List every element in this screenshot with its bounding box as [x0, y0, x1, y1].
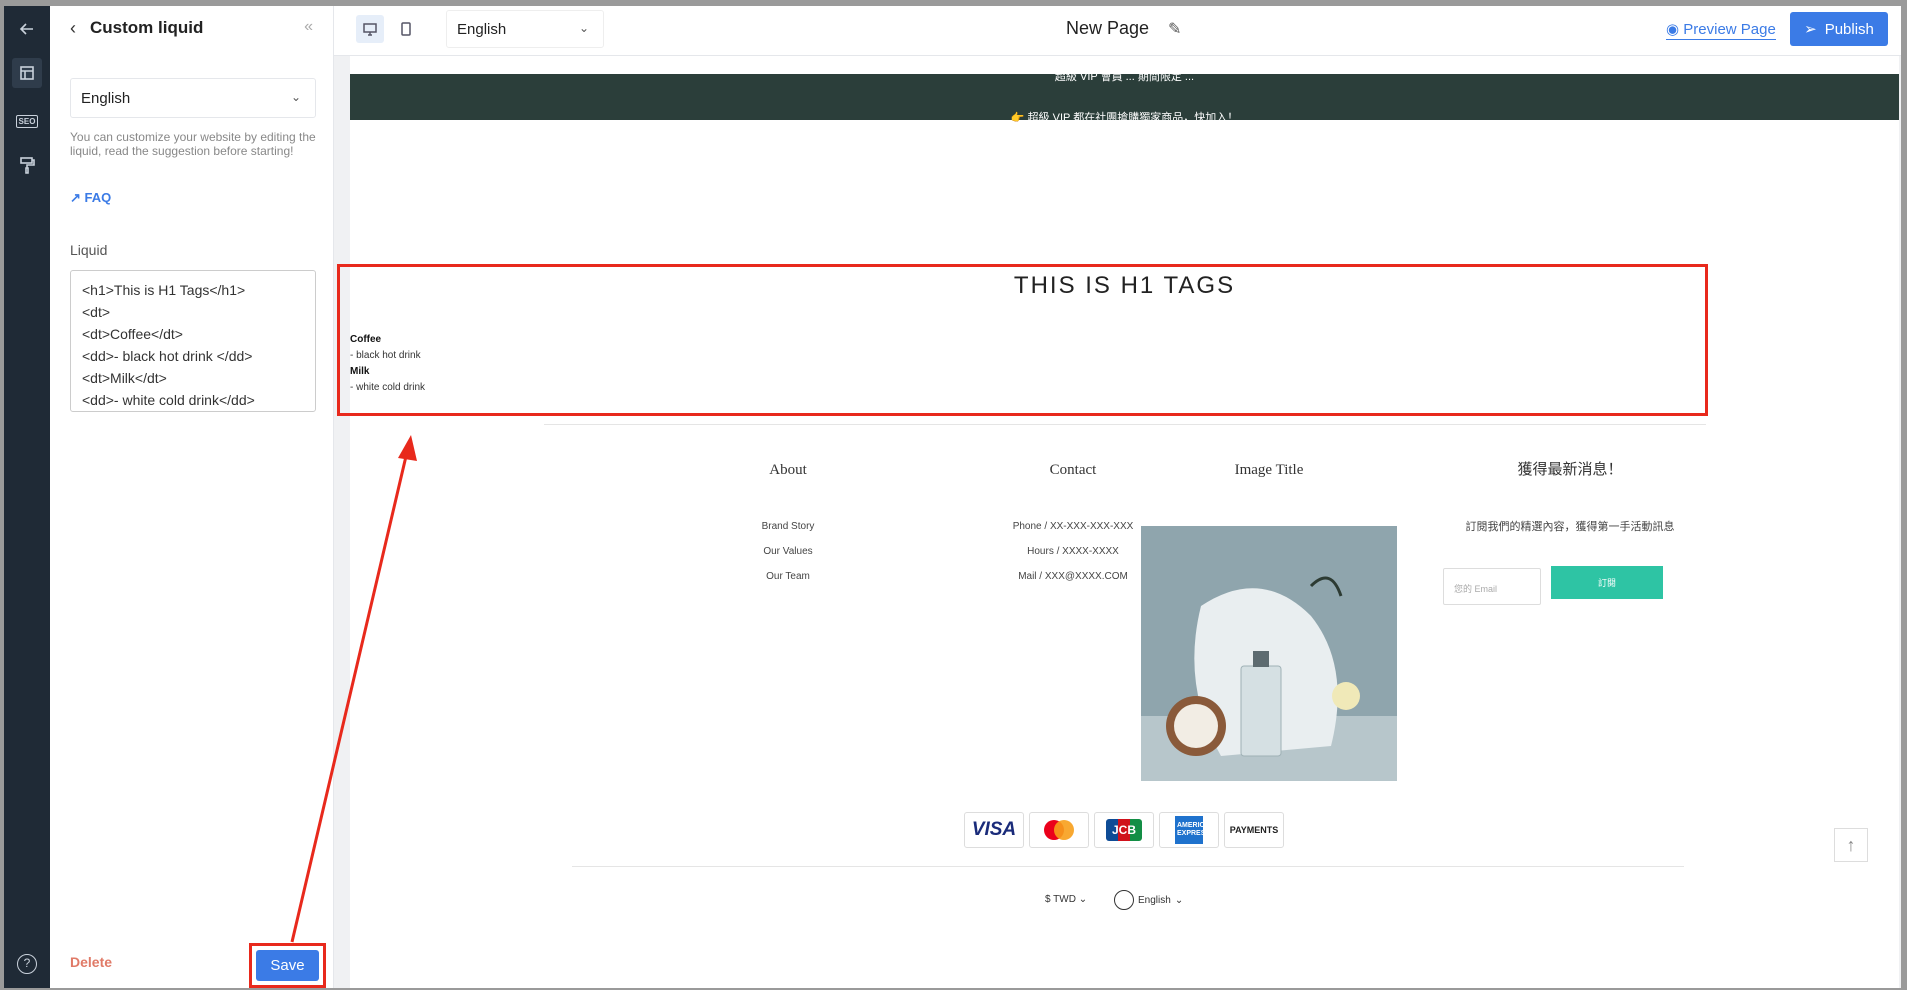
payments-icon: PAYMENTS: [1224, 812, 1284, 848]
h1-heading: THIS IS H1 TAGS: [1013, 272, 1236, 299]
divider: [572, 866, 1684, 867]
mobile-view-icon[interactable]: [392, 15, 420, 43]
custom-liquid-panel: ‹ Custom liquid « English ⌄ You can cust…: [50, 6, 334, 988]
subscribe-button[interactable]: 訂閱: [1551, 566, 1663, 599]
definition-list: Coffee - black hot drink Milk - white co…: [350, 332, 425, 396]
page-preview: 超級 VIP 會員 ... 期間限定 ... 👉 超級 VIP 都在社團搶購獨家…: [337, 56, 1899, 988]
code-line: <dt>Coffee</dt>: [82, 326, 183, 342]
external-link-icon: ↗: [70, 190, 81, 205]
jcb-icon: JCB: [1094, 812, 1154, 848]
panel-footer: Delete Save: [50, 940, 334, 988]
amex-icon: AMERICAN EXPRESS: [1159, 812, 1219, 848]
payment-icons: VISA JCB AMERICAN EXPRESS PAYMENTS: [964, 812, 1284, 848]
code-line: <dt>Milk</dt>: [82, 370, 167, 386]
back-arrow-icon[interactable]: [12, 14, 42, 44]
payments-label: PAYMENTS: [1229, 825, 1279, 835]
save-highlight-box: Save: [249, 943, 326, 988]
preview-canvas: 超級 VIP 會員 ... 期間限定 ... 👉 超級 VIP 都在社團搶購獨家…: [334, 56, 1901, 988]
footer-language-select[interactable]: English ⌄: [1114, 890, 1183, 910]
publish-label: Publish: [1824, 20, 1874, 38]
help-icon[interactable]: ?: [17, 954, 37, 974]
announcement-text: 👉 超級 VIP 都在社團搶購獨家商品，快加入！: [1010, 112, 1239, 124]
dd-item: - white cold drink: [350, 382, 426, 393]
code-line: <h1>This is H1 Tags</h1>: [82, 282, 246, 298]
footer-link[interactable]: Brand Story: [688, 514, 888, 539]
code-line: <dd>- white cold drink</dd>: [82, 392, 255, 408]
publish-button[interactable]: ➢ Publish: [1790, 12, 1888, 46]
email-input[interactable]: 您的 Email: [1443, 568, 1541, 605]
top-toolbar: English ⌄ New Page ✎ ◉ Preview Page ➢ Pu…: [334, 6, 1901, 56]
newsletter-subtext: 訂閱我們的精選內容，獲得第一手活動訊息: [1465, 521, 1675, 533]
product-image: [1141, 526, 1397, 781]
toolbar-language-select[interactable]: English ⌄: [446, 10, 604, 48]
divider: [544, 424, 1706, 425]
currency-value: $ TWD: [1045, 894, 1076, 905]
arrow-up-icon: ↑: [1846, 834, 1856, 855]
language-select[interactable]: English ⌄: [70, 78, 316, 118]
dt-item: Coffee: [350, 334, 382, 345]
code-line: <dt>: [82, 304, 111, 320]
amex-label: AMERICAN EXPRESS: [1175, 816, 1215, 844]
toolbar-language-value: English: [457, 20, 507, 38]
app-window: SEO ? ‹ Custom liquid « English ⌄ You ca…: [4, 6, 1901, 988]
panel-title: Custom liquid: [90, 18, 204, 37]
send-icon: ➢: [1804, 21, 1817, 38]
help-text: You can customize your website by editin…: [70, 130, 316, 158]
image-column: Image Title: [1169, 462, 1369, 514]
chevron-down-icon: ⌄: [578, 21, 589, 35]
currency-select[interactable]: $ TWD ⌄: [1045, 894, 1087, 905]
newsletter-heading: 獲得最新消息！: [1517, 461, 1623, 478]
dd-item: - black hot drink: [350, 350, 421, 361]
liquid-label: Liquid: [70, 242, 108, 258]
jcb-label: JCB: [1105, 819, 1142, 841]
desktop-view-icon[interactable]: [356, 15, 384, 43]
visa-icon: VISA: [964, 812, 1024, 848]
language-select-value: English: [81, 89, 131, 107]
chevron-down-icon: ⌄: [1078, 894, 1088, 905]
save-button[interactable]: Save: [256, 950, 319, 981]
left-rail: SEO ?: [4, 6, 50, 988]
liquid-editor[interactable]: <h1>This is H1 Tags</h1> <dt> <dt>Coffee…: [70, 270, 316, 412]
preview-page-link[interactable]: ◉ Preview Page: [1666, 20, 1776, 40]
eye-icon: ◉: [1666, 21, 1680, 38]
faq-label: FAQ: [84, 190, 112, 205]
chevron-left-icon[interactable]: ‹: [70, 18, 76, 39]
chevron-down-icon: ⌄: [1174, 894, 1184, 906]
code-line: <dd>- black hot drink </dd>: [82, 348, 253, 364]
chevron-down-icon: ⌄: [290, 90, 301, 104]
collapse-icon[interactable]: «: [304, 18, 313, 36]
paint-roller-icon[interactable]: [12, 150, 42, 180]
panel-header: ‹ Custom liquid «: [50, 6, 333, 50]
globe-icon: [1114, 890, 1134, 910]
about-heading: About: [769, 462, 807, 478]
layout-icon[interactable]: [12, 58, 42, 88]
image-title: Image Title: [1234, 462, 1304, 478]
faq-link[interactable]: ↗ FAQ: [70, 190, 111, 206]
footer-link[interactable]: Our Team: [688, 564, 888, 589]
about-column: About Brand Story Our Values Our Team: [688, 462, 888, 589]
contact-heading: Contact: [1049, 462, 1097, 478]
footer-link[interactable]: Our Values: [688, 539, 888, 564]
back-to-top-button[interactable]: ↑: [1834, 828, 1868, 862]
seo-icon[interactable]: SEO: [12, 106, 42, 136]
page-title: New Page: [1066, 18, 1150, 38]
mastercard-icon: [1029, 812, 1089, 848]
dt-item: Milk: [350, 366, 370, 377]
preview-label: Preview Page: [1683, 21, 1776, 38]
pencil-icon[interactable]: ✎: [1168, 19, 1181, 39]
announcement-text: 超級 VIP 會員 ... 期間限定 ...: [1054, 71, 1195, 83]
footer-language-value: English: [1138, 894, 1171, 906]
announcement-bar[interactable]: 超級 VIP 會員 ... 期間限定 ... 👉 超級 VIP 都在社團搶購獨家…: [350, 71, 1899, 124]
delete-button[interactable]: Delete: [70, 954, 112, 970]
